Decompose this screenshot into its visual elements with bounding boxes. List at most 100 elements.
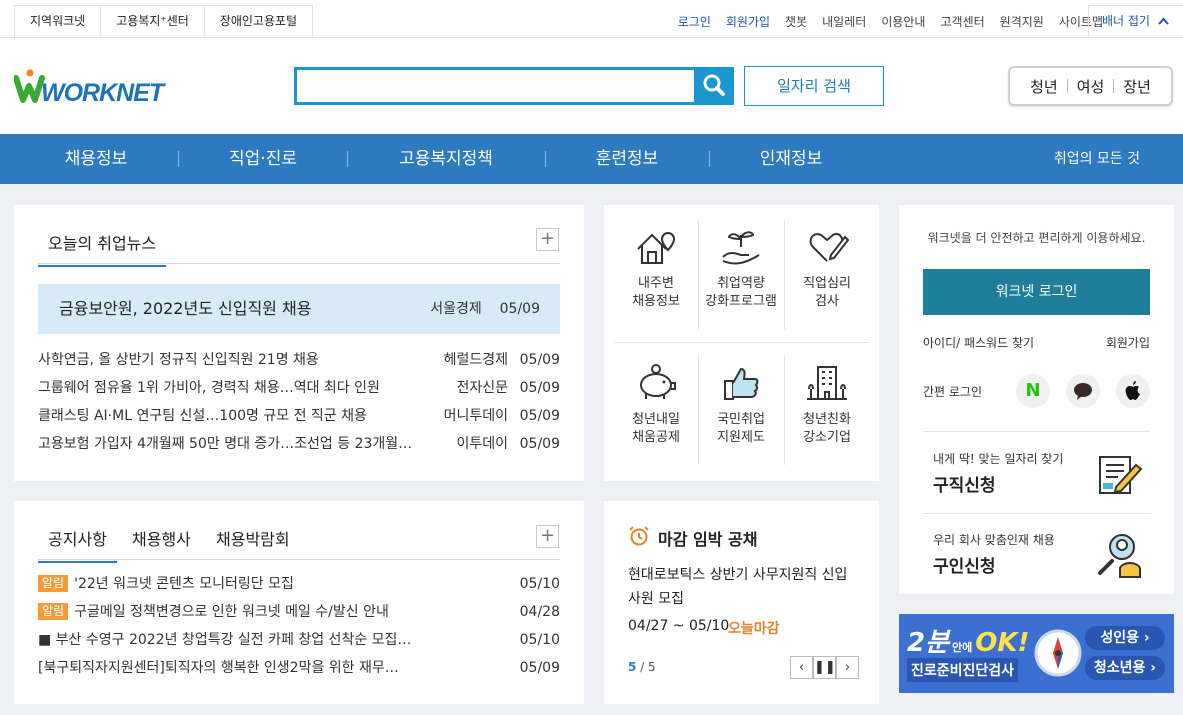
nav-talent[interactable]: 인재정보 [760, 134, 823, 184]
signup-link[interactable]: 회원가입 [726, 13, 770, 30]
headline-meta: 서울경제 05/09 [430, 284, 540, 334]
deadline-posting[interactable]: 현대로보틱스 상반기 사무지원직 신입 사원 모집 [628, 563, 868, 611]
search-input[interactable] [297, 70, 687, 102]
header: WORKNET 일자리 검색 청년 여성 장년 [0, 38, 1183, 134]
tab-today-news[interactable]: 오늘의 취업뉴스 [38, 230, 167, 267]
quick-label-2: 지원제도 [717, 430, 765, 445]
news-item[interactable]: 그룹웨어 점유율 1위 가비아, 경력직 채용…역대 최다 인원 전자신문 05… [38, 378, 560, 398]
login-link[interactable]: 로그인 [678, 13, 711, 30]
headline-title: 금융보안원, 2022년도 신입직원 채용 [59, 299, 312, 318]
notice-item[interactable]: ■ 부산 수영구 2022년 창업특강 실전 카페 창업 선착순 모집… 05/… [38, 630, 560, 650]
news-title: 고용보험 가입자 4개월째 50만 명대 증가…조선업 등 23개월… [38, 436, 413, 452]
news-source: 헤럴드경제 [443, 352, 508, 368]
join-link[interactable]: 회원가입 [1106, 334, 1150, 351]
notice-item[interactable]: [북구퇴직자지원센터]퇴직자의 행복한 인생2막을 위한 재무… 05/09 [38, 658, 560, 678]
customer-center-link[interactable]: 고객센터 [940, 13, 984, 30]
job-apply-link[interactable]: 내게 딱! 맞는 일자리 찾기 구직신청 [923, 433, 1150, 513]
quick-label-2: 채용정보 [632, 294, 680, 309]
link-disabled-portal[interactable]: 장애인고용포털 [204, 5, 314, 38]
nav-career[interactable]: 직업·진로 [229, 134, 297, 184]
divider [614, 342, 869, 343]
tab-job-fair[interactable]: 채용박람회 [216, 526, 290, 550]
quick-label-2: 채움공제 [632, 430, 680, 445]
job-apply-sub: 내게 딱! 맞는 일자리 찾기 [933, 452, 1064, 466]
job-apply-title: 구직신청 [933, 476, 996, 496]
prev-button[interactable]: ‹ [790, 656, 813, 679]
link-employment-welfare-center[interactable]: 고용복지⁺센터 [101, 5, 205, 38]
nav-all-jobs[interactable]: 취업의 모든 것 [1054, 134, 1140, 184]
adult-test-button[interactable]: 성인용 › [1085, 626, 1165, 650]
news-date: 05/09 [519, 436, 560, 452]
banner-toggle-button[interactable]: 배너 접기 [1088, 5, 1183, 38]
target-youth[interactable]: 청년 [1021, 76, 1067, 97]
apple-login-button[interactable] [1116, 374, 1150, 408]
banner-subtitle: 진로준비진단검사 [907, 658, 1019, 682]
nav-training[interactable]: 훈련정보 [596, 134, 659, 184]
quick-label-1: 취업역량 [717, 276, 765, 291]
apple-icon [1125, 381, 1140, 400]
target-women[interactable]: 여성 [1068, 76, 1114, 97]
target-group-selector: 청년 여성 장년 [1008, 66, 1173, 106]
next-button[interactable]: › [836, 656, 859, 679]
hand-sprout-icon [722, 231, 760, 265]
news-title: 사학연금, 올 상반기 정규직 신입직원 21명 채용 [38, 352, 319, 368]
news-panel: 오늘의 취업뉴스 + 금융보안원, 2022년도 신입직원 채용 서울경제 05… [14, 205, 584, 481]
quick-label-1: 내주변 [638, 276, 674, 291]
divider [923, 431, 1150, 432]
find-id-password-link[interactable]: 아이디/ 패스워드 찾기 [923, 334, 1034, 351]
headline-source: 서울경제 [430, 301, 482, 317]
news-item[interactable]: 고용보험 가입자 4개월째 50만 명대 증가…조선업 등 23개월… 이투데이… [38, 434, 560, 454]
job-search-button[interactable]: 일자리 검색 [744, 66, 884, 106]
news-more-button[interactable]: + [536, 228, 559, 251]
chevron-left-icon: ‹ [798, 660, 805, 675]
family-site-links: 지역워크넷 고용복지⁺센터 장애인고용포털 [14, 5, 314, 38]
login-intro: 워크넷을 더 안전하고 편리하게 이용하세요. [927, 231, 1146, 245]
notice-more-button[interactable]: + [536, 525, 559, 548]
quick-national-employment[interactable]: 국민취업 지원제도 [698, 363, 784, 447]
nav-welfare-policy[interactable]: 고용복지정책 [399, 134, 493, 184]
worknet-logo[interactable]: WORKNET [13, 69, 174, 107]
chatbot-link[interactable]: 챗봇 [785, 13, 807, 30]
account-links: 로그인 회원가입 챗봇 내일레터 이용안내 고객센터 원격지원 사이트맵 [663, 13, 1103, 30]
quick-youth-friendly-company[interactable]: 청년친화 강소기업 [784, 363, 870, 447]
notice-title: ■ 부산 수영구 2022년 창업특강 실전 카페 창업 선착순 모집… [38, 632, 412, 648]
guide-link[interactable]: 이용안내 [881, 13, 925, 30]
notice-item[interactable]: 알림 구글메일 정책변경으로 인한 워크넷 메일 수/발신 안내 04/28 [38, 602, 560, 622]
youth-test-button[interactable]: 청소년용 › [1085, 656, 1165, 680]
banner-headline: 2분 안에 OK! [907, 622, 1029, 659]
quick-psych-test[interactable]: 직업심리 검사 [784, 227, 870, 311]
heart-pen-icon [809, 233, 849, 262]
easy-login-label: 간편 로그인 [923, 385, 983, 399]
tab-notice[interactable]: 공지사항 [38, 526, 117, 563]
deadline-pager: ‹ ❚❚ › [790, 656, 860, 679]
banner-small: 안에 [952, 641, 973, 654]
worknet-login-button[interactable]: 워크넷 로그인 [923, 269, 1150, 315]
quick-youth-savings[interactable]: 청년내일 채움공제 [613, 363, 699, 447]
notice-badge: 알림 [38, 575, 69, 592]
quick-label-1: 국민취업 [717, 412, 765, 427]
notice-item[interactable]: 알림 '22년 워크넷 콘텐츠 모니터링단 모집 05/10 [38, 574, 560, 594]
link-regional-worknet[interactable]: 지역워크넷 [15, 5, 102, 38]
news-date: 05/09 [519, 380, 560, 396]
tab-recruit-event[interactable]: 채용행사 [132, 526, 191, 550]
search-button[interactable] [694, 67, 734, 105]
alarm-clock-icon [629, 526, 649, 546]
remote-support-link[interactable]: 원격지원 [1000, 13, 1044, 30]
quick-label-1: 청년내일 [632, 412, 680, 427]
quick-nearby-jobs[interactable]: 내주변 채용정보 [613, 227, 699, 311]
notice-date: 05/09 [519, 660, 560, 676]
news-item[interactable]: 사학연금, 올 상반기 정규직 신입직원 21명 채용 헤럴드경제 05/09 [38, 350, 560, 370]
quick-competency-program[interactable]: 취업역량 강화프로그램 [698, 227, 784, 311]
news-item[interactable]: 클래스팅 AI·ML 연구팀 신설…100명 규모 전 직군 채용 머니투데이 … [38, 406, 560, 426]
chevron-right-icon: › [844, 660, 851, 675]
pause-button[interactable]: ❚❚ [813, 656, 836, 679]
recruit-apply-link[interactable]: 우리 회사 맞춤인재 채용 구인신청 [923, 515, 1150, 593]
newsletter-link[interactable]: 내일레터 [822, 13, 866, 30]
news-date: 05/09 [519, 408, 560, 424]
target-senior[interactable]: 장년 [1114, 76, 1160, 97]
kakao-login-button[interactable] [1066, 374, 1100, 408]
naver-login-button[interactable]: N [1016, 374, 1050, 408]
career-test-banner[interactable]: 2분 안에 OK! 진로준비진단검사 성인용 › 청소년용 › [899, 614, 1174, 693]
nav-recruit-info[interactable]: 채용정보 [65, 134, 128, 184]
headline-news[interactable]: 금융보안원, 2022년도 신입직원 채용 서울경제 05/09 [38, 284, 560, 334]
